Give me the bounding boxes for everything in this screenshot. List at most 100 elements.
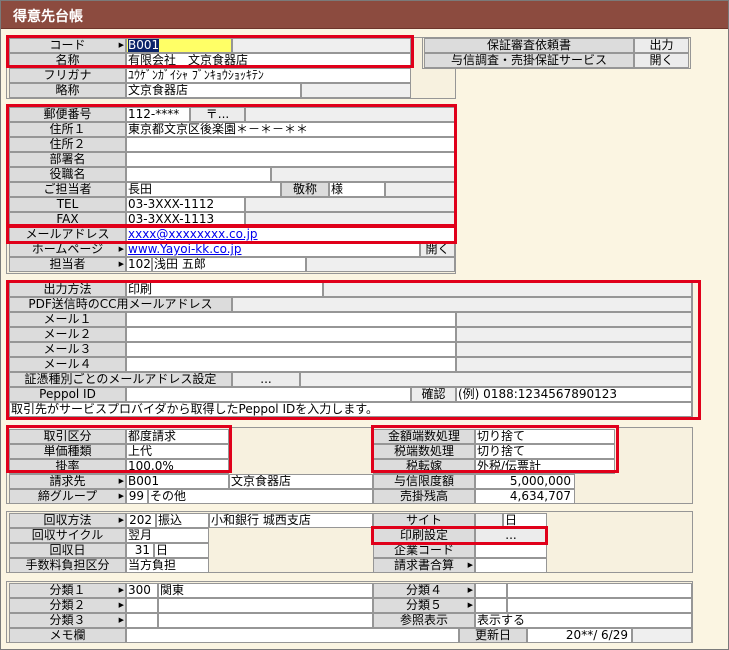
mail4-input[interactable] [126, 357, 456, 372]
mail4-label: メール４ [9, 357, 126, 372]
site-unit[interactable]: 日 [503, 513, 547, 528]
credit-limit-label: 与信限度額 [373, 474, 475, 489]
ref-display-select[interactable]: 表示する [475, 613, 692, 628]
honorific-label: 敬称 [281, 182, 329, 197]
honorific-spacer [385, 182, 455, 197]
output-spacer [323, 282, 692, 297]
honorific-input[interactable]: 様 [329, 182, 385, 197]
billing-name: 文京食器店 [229, 474, 373, 489]
price-type-label: 単価種類 [9, 444, 126, 459]
trade-type-label: 取引区分 [9, 429, 126, 444]
short-name-input[interactable]: 文京食器店 [126, 83, 301, 98]
position-input[interactable] [126, 167, 271, 182]
furigana-input[interactable]: ﾕｳｹﾞﾝｶﾞｲｼｬ ﾌﾞﾝｷｮｳｼｮｯｷﾃﾝ [126, 68, 411, 83]
collection-method-label: 回収方法 [9, 513, 126, 528]
voucher-mail-spacer [300, 372, 692, 387]
peppol-confirm-button[interactable]: 確認 [411, 387, 456, 402]
mail3-input[interactable] [126, 342, 456, 357]
billing-code-input[interactable]: B001 [126, 474, 229, 489]
class5-name [507, 598, 692, 613]
amount-round-label: 金額端数処理 [373, 429, 475, 444]
fee-label: 手数料負担区分 [9, 558, 126, 573]
updated-value: 20**/ 6/29 [527, 628, 632, 643]
company-code-label: 企業コード [373, 543, 475, 558]
tax-transfer-select[interactable]: 外税/伝票計 [475, 459, 615, 474]
credit-service-open-button[interactable]: 開く [634, 53, 689, 68]
title-bar: 得意先台帳 [1, 1, 728, 29]
peppol-input[interactable] [126, 387, 411, 402]
fax-label: FAX [9, 212, 126, 227]
code-input[interactable]: B001 [126, 38, 232, 53]
fax-input[interactable]: 03-3XXX-1113 [126, 212, 245, 227]
collection-cycle-label: 回収サイクル [9, 528, 126, 543]
site-spacer [475, 513, 503, 528]
invoice-merge-input[interactable] [475, 558, 547, 573]
closing-name: その他 [148, 489, 373, 504]
rate-input[interactable]: 100.0% [126, 459, 229, 474]
memo-input[interactable] [126, 628, 459, 643]
collection-day-label: 回収日 [9, 543, 126, 558]
postal-spacer [245, 107, 455, 122]
voucher-mail-settings-button[interactable]: ... [232, 372, 300, 387]
position-label: 役職名 [9, 167, 126, 182]
email-label: メールアドレス [9, 227, 126, 242]
fax-spacer [245, 212, 455, 227]
class2-code-input[interactable] [126, 598, 158, 613]
print-settings-button[interactable]: ... [475, 528, 547, 543]
collection-cycle-select[interactable]: 翌月 [126, 528, 209, 543]
collection-bank: 小和銀行 城西支店 [209, 513, 373, 528]
staff-code-input[interactable]: 102 [126, 257, 152, 272]
contact-input[interactable]: 長田 [126, 182, 281, 197]
homepage-label: ホームページ [9, 242, 126, 257]
peppol-example: (例) 0188:1234567890123 [456, 387, 692, 402]
postal-lookup-button[interactable]: 〒... [190, 107, 245, 122]
class3-code-input[interactable] [126, 613, 158, 628]
homepage-open-button[interactable]: 開く [420, 242, 455, 257]
output-method-select[interactable]: 印刷 [126, 282, 323, 297]
postal-input[interactable]: 112-**** [126, 107, 190, 122]
class5-code-input[interactable] [475, 598, 507, 613]
credit-limit-input[interactable]: 5,000,000 [475, 474, 575, 489]
amount-round-select[interactable]: 切り捨て [475, 429, 615, 444]
postal-label: 郵便番号 [9, 107, 126, 122]
invoice-merge-label: 請求書合算 [373, 558, 475, 573]
mail2-label: メール２ [9, 327, 126, 342]
fee-select[interactable]: 当方負担 [126, 558, 209, 573]
address1-label: 住所１ [9, 122, 126, 137]
class5-label: 分類５ [373, 598, 475, 613]
mail2-input[interactable] [126, 327, 456, 342]
receivable-value: 4,634,707 [475, 489, 575, 504]
staff-name: 浅田 五郎 [152, 257, 306, 272]
code-spacer [232, 38, 411, 53]
furigana-label: フリガナ [9, 68, 126, 83]
department-input[interactable] [126, 152, 455, 167]
mail4-spacer [456, 357, 692, 372]
company-code-input[interactable] [475, 543, 547, 558]
mail1-spacer [456, 312, 692, 327]
collection-method-code[interactable]: 202 [126, 513, 156, 528]
name-label: 名称 [9, 53, 126, 68]
collection-day-input[interactable]: 31 [126, 543, 154, 558]
mail1-label: メール１ [9, 312, 126, 327]
collection-day-unit: 日 [154, 543, 209, 558]
mail1-input[interactable] [126, 312, 456, 327]
price-type-select[interactable]: 上代 [126, 444, 229, 459]
homepage-link[interactable]: www.Yayoi-kk.co.jp [126, 242, 420, 257]
tel-input[interactable]: 03-3XXX-1112 [126, 197, 245, 212]
position-spacer [271, 167, 455, 182]
address2-input[interactable] [126, 137, 455, 152]
class4-name [507, 583, 692, 598]
collection-method-type: 振込 [156, 513, 209, 528]
tax-round-select[interactable]: 切り捨て [475, 444, 615, 459]
class1-code-input[interactable]: 300 [126, 583, 158, 598]
trade-type-select[interactable]: 都度請求 [126, 429, 229, 444]
class4-code-input[interactable] [475, 583, 507, 598]
email-link[interactable]: xxxx@xxxxxxxx.co.jp [126, 227, 455, 242]
name-input[interactable]: 有限会社 文京食器店 [126, 53, 411, 68]
guarantee-output-button[interactable]: 出力 [634, 38, 689, 53]
closing-label: 締グループ [9, 489, 126, 504]
voucher-mail-label: 証憑種別ごとのメールアドレス設定 [9, 372, 232, 387]
address1-input[interactable]: 東京都文京区後楽園＊－＊－＊＊ [126, 122, 455, 137]
staff-spacer [306, 257, 455, 272]
closing-code-input[interactable]: 99 [126, 489, 148, 504]
